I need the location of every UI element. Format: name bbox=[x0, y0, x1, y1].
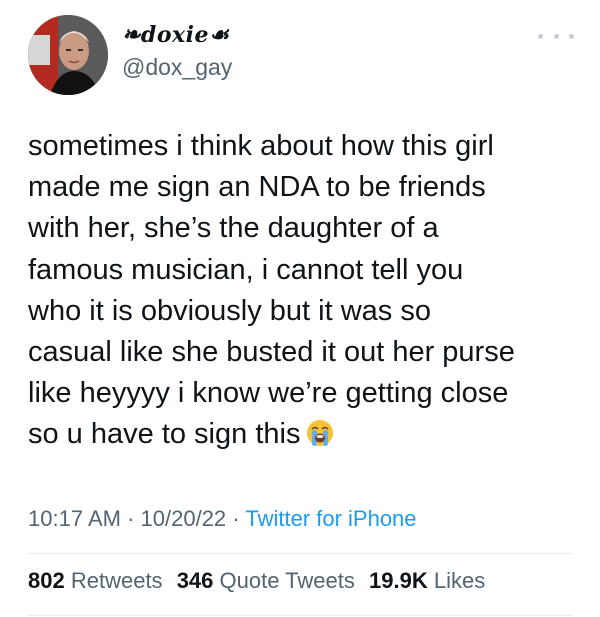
dot bbox=[553, 33, 559, 39]
retweets-stat[interactable]: 802 Retweets bbox=[28, 568, 163, 593]
quote-tweets-stat[interactable]: 346 Quote Tweets bbox=[177, 568, 355, 593]
avatar[interactable] bbox=[28, 15, 108, 95]
quote-tweets-label: Quote Tweets bbox=[219, 568, 355, 593]
likes-label: Likes bbox=[433, 568, 486, 593]
tweet-text: sometimes i think about how this girl ma… bbox=[28, 126, 588, 460]
likes-stat[interactable]: 19.9K Likes bbox=[369, 568, 485, 593]
meta-separator: · bbox=[127, 506, 135, 531]
tweet-date[interactable]: 10/20/22 bbox=[141, 506, 227, 531]
retweets-count: 802 bbox=[28, 568, 65, 593]
tweet-time[interactable]: 10:17 AM bbox=[28, 506, 121, 531]
dot bbox=[569, 33, 574, 39]
tweet-body: sometimes i think about how this girl ma… bbox=[28, 130, 515, 451]
quote-tweets-count: 346 bbox=[176, 568, 214, 593]
divider bbox=[28, 615, 572, 616]
retweets-label: Retweets bbox=[70, 568, 163, 593]
display-name[interactable]: ❧doxie☙ bbox=[122, 22, 229, 48]
tweet: ❧doxie☙ @dox_gay sometimes i think about… bbox=[0, 0, 600, 617]
dot bbox=[538, 33, 543, 39]
tweet-source-link[interactable]: Twitter for iPhone bbox=[245, 506, 416, 531]
avatar-image bbox=[28, 15, 108, 95]
divider bbox=[28, 553, 572, 554]
meta-separator: · bbox=[232, 506, 240, 531]
likes-count: 19.9K bbox=[369, 568, 428, 593]
loudly-crying-face-icon bbox=[306, 418, 334, 459]
tweet-stats: 802 Retweets 346 Quote Tweets 19.9K Like… bbox=[28, 568, 493, 594]
tweet-meta: 10:17 AM · 10/20/22 · Twitter for iPhone bbox=[28, 506, 417, 532]
more-horizontal-icon[interactable] bbox=[538, 28, 574, 44]
user-handle[interactable]: @dox_gay bbox=[122, 54, 232, 81]
